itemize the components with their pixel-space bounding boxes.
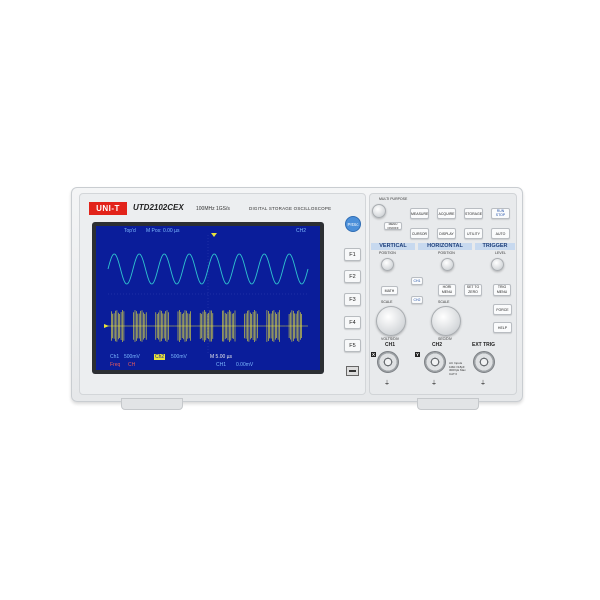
trigger-channel: CH1 xyxy=(216,362,227,368)
trigger-marker xyxy=(211,233,217,237)
display-button[interactable]: DISPLAY xyxy=(437,228,456,239)
trigger-section-label: TRIGGER xyxy=(475,243,515,250)
product-description: DIGITAL STORAGE OSCILLOSCOPE xyxy=(249,206,332,211)
screen-info-bar: Ch1 500mV Ch2 500mV M 5.00 µs Freq CH CH… xyxy=(96,354,320,370)
auto-button[interactable]: AUTO xyxy=(491,228,510,239)
vertical-scale-label: SCALE xyxy=(381,300,393,304)
f3-key[interactable]: F3 xyxy=(344,293,361,306)
usb-port[interactable] xyxy=(346,366,359,376)
f2-key[interactable]: F2 xyxy=(344,270,361,283)
timebase: M 5.00 µs xyxy=(210,354,233,360)
brand-logo: UNI-T xyxy=(89,202,127,215)
trigger-level: 0.00mV xyxy=(236,362,254,368)
set-to-zero-button[interactable]: SET TO ZERO xyxy=(464,284,482,296)
math-button[interactable]: MATH xyxy=(381,286,398,295)
sec-div-label: SEC/DIV xyxy=(438,337,453,341)
force-button[interactable]: FORCE xyxy=(493,304,512,315)
print-screen-button[interactable]: PrtSc xyxy=(345,216,361,232)
vertical-position-label: POSITION xyxy=(379,251,396,255)
vertical-section-label: VERTICAL xyxy=(371,243,415,250)
storage-button[interactable]: STORAGE xyxy=(464,208,483,219)
measure-button[interactable]: MEASURE xyxy=(410,208,429,219)
f5-key[interactable]: F5 xyxy=(344,339,361,352)
trigger-level-knob[interactable] xyxy=(491,258,504,271)
horizontal-position-knob[interactable] xyxy=(441,258,454,271)
ch1-bnc-connector[interactable] xyxy=(377,351,399,373)
ext-trig-connector-label: EXT TRIG xyxy=(472,342,496,348)
freq-label: Freq xyxy=(110,362,121,368)
ext-trig-bnc-connector[interactable] xyxy=(473,351,495,373)
right-foot xyxy=(417,398,479,410)
spec-text: 100MHz 1GS/s xyxy=(196,206,230,212)
left-foot xyxy=(121,398,183,410)
ch1-connector-label: CH1 xyxy=(385,342,396,348)
waveform-display xyxy=(104,233,309,354)
cursor-button[interactable]: CURSOR xyxy=(410,228,429,239)
multipurpose-label: MULTI PURPOSE xyxy=(379,197,408,201)
ch2-ground-icon: ⏚ xyxy=(431,381,438,387)
ch2-scale: 500mV xyxy=(171,354,187,360)
run-stop-button[interactable]: RUN STOP xyxy=(491,208,510,219)
ch2-connector-label: CH2 xyxy=(432,342,443,348)
x-axis-label: X xyxy=(371,352,377,357)
ext-trig-ground-icon: ⏚ xyxy=(480,381,487,387)
ch1-button[interactable]: CH1 xyxy=(411,277,423,285)
horizontal-section-label: HORIZONTAL xyxy=(418,243,472,250)
f4-key[interactable]: F4 xyxy=(344,316,361,329)
trig-menu-button[interactable]: TRIG MENU xyxy=(493,284,511,296)
vertical-position-knob[interactable] xyxy=(381,258,394,271)
ch1-scale: 500mV xyxy=(124,354,140,360)
ch2-bnc-connector[interactable] xyxy=(424,351,446,373)
acquire-button[interactable]: ACQUIRE xyxy=(437,208,456,219)
f1-key[interactable]: F1 xyxy=(344,248,361,261)
ch2-button[interactable]: CH2 xyxy=(411,296,423,304)
multipurpose-knob[interactable] xyxy=(372,204,386,218)
ch1-waveform xyxy=(107,253,309,285)
ch2-marker xyxy=(104,324,109,328)
horizontal-position-label: POSITION xyxy=(438,251,455,255)
help-button[interactable]: HELP xyxy=(493,322,512,333)
model-name: UTD2102CEX xyxy=(133,203,184,212)
ch2-label: Ch2 xyxy=(154,354,166,360)
volts-div-knob[interactable] xyxy=(376,306,406,336)
lcd-screen: Top'd M Pos: 0.00 µs CH2 Ch1 500mV Ch2 5… xyxy=(96,226,320,370)
hori-menu-button[interactable]: HORI MENU xyxy=(438,284,456,296)
sec-div-knob[interactable] xyxy=(431,306,461,336)
ch1-ground-icon: ⏚ xyxy=(384,381,391,387)
input-rating-note: AC Inputs 1MΩ //18pF 300Vpk Max CAT II xyxy=(449,361,466,376)
utility-button[interactable]: UTILITY xyxy=(464,228,483,239)
trigger-level-label: LEVEL xyxy=(495,251,506,255)
volts-div-label: VOLTS/DIV xyxy=(381,337,400,341)
horizontal-scale-label: SCALE xyxy=(438,300,450,304)
freq-ch: CH xyxy=(128,362,136,368)
y-axis-label: Y xyxy=(415,352,421,357)
menu-on-off-button[interactable]: MENU ON/OFF xyxy=(384,222,402,230)
ch1-label: Ch1 xyxy=(110,354,120,360)
